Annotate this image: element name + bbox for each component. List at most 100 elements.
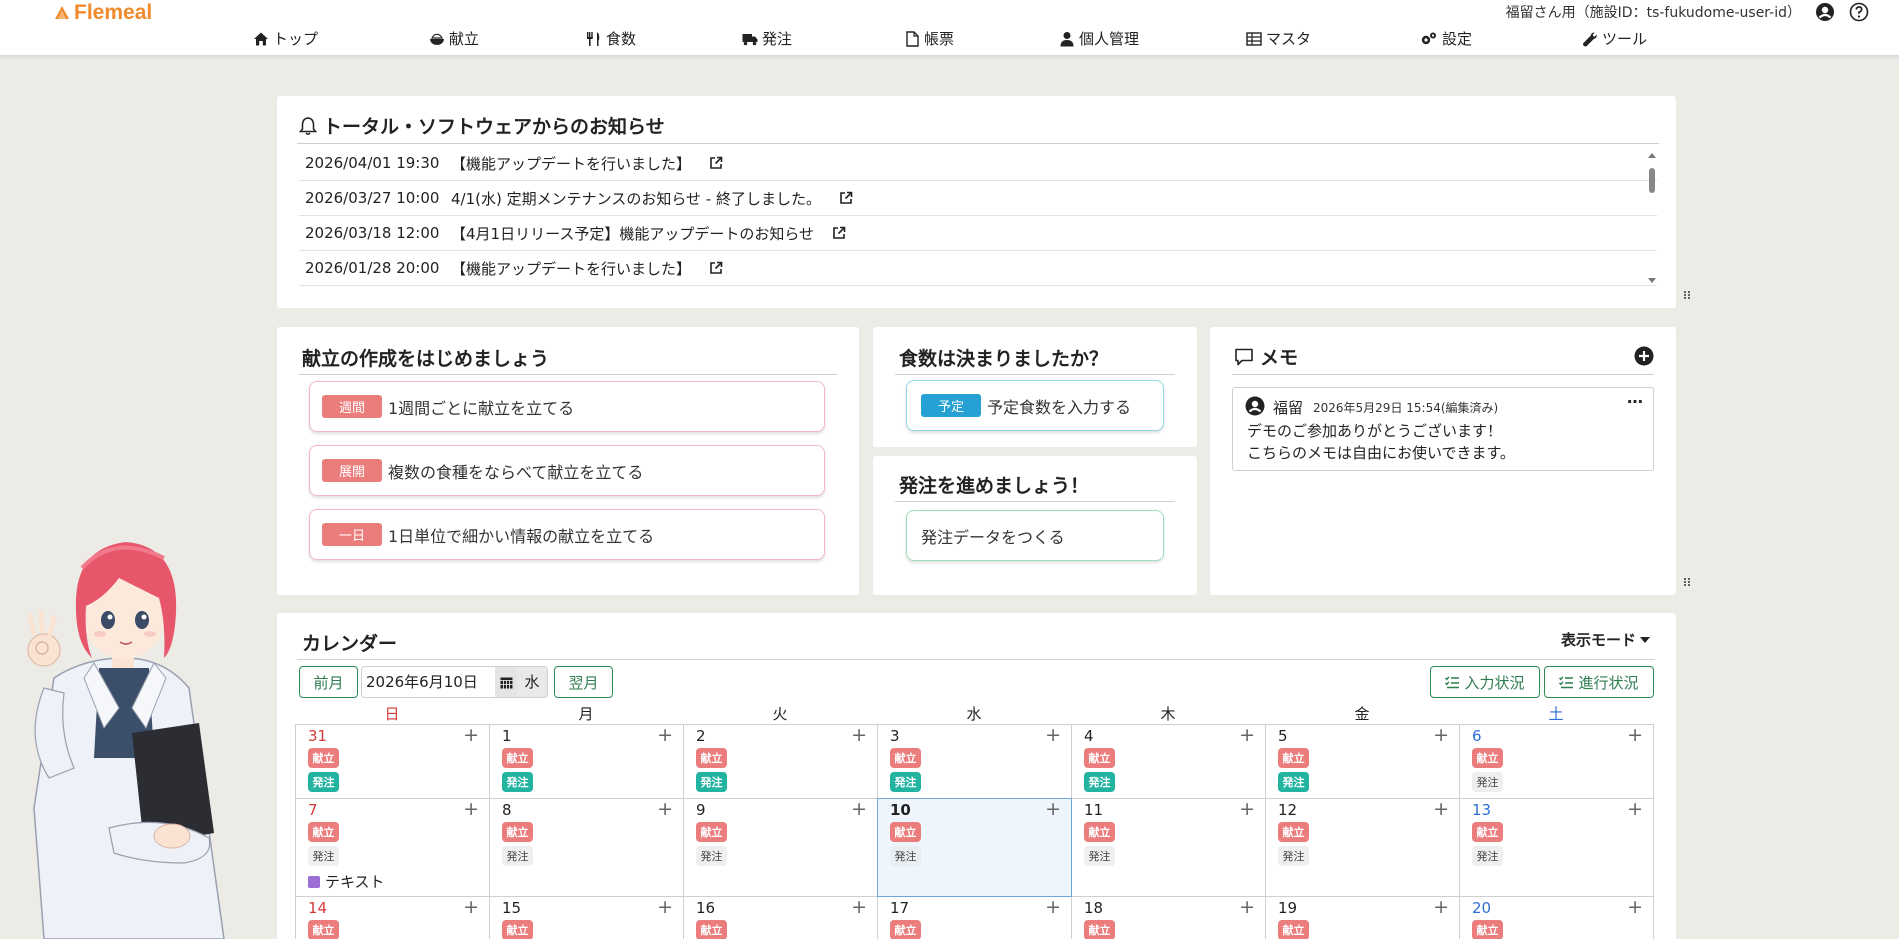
- user-circle-icon: [1245, 396, 1265, 416]
- badge-kondate: 献立: [890, 822, 921, 842]
- calendar-icon: [500, 677, 512, 688]
- calendar-day-cell[interactable]: 7 + 献立 発注 テキスト: [295, 798, 490, 897]
- add-icon[interactable]: +: [1239, 896, 1255, 918]
- add-icon[interactable]: +: [1239, 798, 1255, 820]
- calendar-title: カレンダー: [302, 633, 398, 655]
- nav-master[interactable]: マスタ: [1246, 28, 1311, 49]
- calendar-day-cell[interactable]: 9 + 献立 発注: [683, 798, 878, 897]
- add-icon[interactable]: +: [1045, 724, 1061, 746]
- add-icon[interactable]: +: [463, 896, 479, 918]
- add-icon[interactable]: +: [463, 724, 479, 746]
- add-icon[interactable]: +: [463, 798, 479, 820]
- calendar-picker-button[interactable]: [495, 667, 517, 697]
- list-check-icon: [1559, 675, 1574, 688]
- prev-month-button[interactable]: 前月: [299, 666, 358, 698]
- progress-status-button[interactable]: 進行状況: [1544, 666, 1654, 698]
- add-icon[interactable]: +: [1433, 724, 1449, 746]
- logo[interactable]: Flemeal: [54, 1, 152, 25]
- add-icon[interactable]: +: [1045, 798, 1061, 820]
- add-icon[interactable]: +: [1433, 896, 1449, 918]
- add-memo-icon[interactable]: [1634, 346, 1654, 366]
- calendar-day-cell[interactable]: 4 + 献立 発注: [1071, 724, 1266, 799]
- input-status-button[interactable]: 入力状況: [1430, 666, 1540, 698]
- add-icon[interactable]: +: [851, 798, 867, 820]
- notice-card: トータル・ソフトウェアからのお知らせ 2026/04/01 19:30 【機能ア…: [277, 96, 1676, 308]
- add-icon[interactable]: +: [851, 896, 867, 918]
- planned-meal-count-button[interactable]: 予定 予定食数を入力する: [906, 380, 1164, 431]
- date-picker[interactable]: 2026年6月10日 水: [361, 666, 548, 698]
- notice-item[interactable]: 2026/03/18 12:00 【4月1日リリース予定】機能アップデートのお知…: [299, 216, 1657, 251]
- tag-daily: 一日: [322, 523, 382, 546]
- badge-kondate: 献立: [1472, 822, 1503, 842]
- calendar-day-cell[interactable]: 13 + 献立 発注: [1459, 798, 1654, 897]
- add-icon[interactable]: +: [1045, 896, 1061, 918]
- memo-menu-icon[interactable]: …: [1627, 388, 1643, 407]
- calendar-day-cell[interactable]: 17 + 献立: [877, 896, 1072, 939]
- badge-hatchu: 発注: [696, 772, 727, 792]
- calendar-day-cell[interactable]: 14 + 献立: [295, 896, 490, 939]
- calendar-day-cell[interactable]: 6 + 献立 発注: [1459, 724, 1654, 799]
- badge-hatchu: 発注: [1472, 846, 1503, 866]
- add-icon[interactable]: +: [1627, 724, 1643, 746]
- external-link-icon[interactable]: [839, 191, 853, 205]
- memo-entry[interactable]: 福留 2026年5月29日 15:54(編集済み) … デモのご参加ありがとうご…: [1232, 387, 1654, 471]
- external-link-icon[interactable]: [832, 226, 846, 240]
- calendar-day-cell[interactable]: 8 + 献立 発注: [489, 798, 684, 897]
- memo-card: メモ 福留 2026年5月29日 15:54(編集済み) … デモのご参加ありが…: [1210, 327, 1676, 595]
- expand-kondate-button[interactable]: 展開 複数の食種をならべて献立を立てる: [309, 445, 825, 496]
- calendar-day-cell[interactable]: 5 + 献立 発注: [1265, 724, 1460, 799]
- add-icon[interactable]: +: [851, 724, 867, 746]
- weekday-monday: 月: [578, 705, 594, 723]
- notice-scrollbar[interactable]: [1646, 151, 1658, 286]
- add-icon[interactable]: +: [1627, 896, 1643, 918]
- gears-icon: [1421, 32, 1436, 44]
- notice-item[interactable]: 2026/01/28 20:00 【機能アップデートを行いました】: [299, 251, 1657, 286]
- daily-kondate-button[interactable]: 一日 1日単位で細かい情報の献立を立てる: [309, 509, 825, 560]
- calendar-day-cell[interactable]: 15 + 献立: [489, 896, 684, 939]
- calendar-day-cell[interactable]: 12 + 献立 発注: [1265, 798, 1460, 897]
- mascot-illustration: [27, 542, 225, 939]
- help-icon[interactable]: [1849, 2, 1869, 22]
- calendar-day-cell[interactable]: 3 + 献立 発注: [877, 724, 1072, 799]
- add-icon[interactable]: +: [657, 896, 673, 918]
- add-icon[interactable]: +: [657, 798, 673, 820]
- weekly-kondate-button[interactable]: 週間 1週間ごとに献立を立てる: [309, 381, 825, 432]
- nav-chohyo[interactable]: 帳票: [904, 28, 954, 49]
- create-order-data-button[interactable]: 発注データをつくる: [906, 510, 1164, 561]
- nav-top[interactable]: トップ: [253, 28, 318, 49]
- nav-shokusu[interactable]: 食数: [586, 28, 636, 49]
- calendar-day-cell[interactable]: 18 + 献立: [1071, 896, 1266, 939]
- nav-kojin-kanri[interactable]: 個人管理: [1059, 28, 1139, 49]
- nav-label: トップ: [273, 30, 319, 48]
- calendar-day-cell-today[interactable]: 10 + 献立 発注: [877, 798, 1072, 897]
- nav-tool[interactable]: ツール: [1582, 28, 1647, 49]
- calendar-day-cell[interactable]: 16 + 献立: [683, 896, 878, 939]
- resize-grip-icon[interactable]: [1683, 577, 1691, 587]
- calendar-day-cell[interactable]: 2 + 献立 発注: [683, 724, 878, 799]
- view-mode-dropdown[interactable]: 表示モード: [1561, 629, 1650, 650]
- nav-settei[interactable]: 設定: [1420, 28, 1472, 49]
- date-input[interactable]: 2026年6月10日: [362, 667, 495, 697]
- notice-item[interactable]: 2026/03/27 10:00 4/1(水) 定期メンテナンスのお知らせ - …: [299, 181, 1657, 216]
- resize-grip-icon[interactable]: [1683, 290, 1691, 300]
- nav-hatchu[interactable]: 発注: [742, 28, 792, 49]
- badge-kondate: 献立: [1278, 822, 1309, 842]
- calendar-day-cell[interactable]: 19 + 献立: [1265, 896, 1460, 939]
- calendar-day-cell[interactable]: 1 + 献立 発注: [489, 724, 684, 799]
- calendar-day-cell[interactable]: 11 + 献立 発注: [1071, 798, 1266, 897]
- add-icon[interactable]: +: [1239, 724, 1255, 746]
- nav-kondate[interactable]: 献立: [429, 28, 479, 49]
- add-icon[interactable]: +: [1627, 798, 1643, 820]
- external-link-icon[interactable]: [709, 261, 723, 275]
- user-circle-icon[interactable]: [1815, 2, 1835, 22]
- meal-count-title: 食数は決まりましたか？: [899, 348, 1109, 370]
- next-month-button[interactable]: 翌月: [554, 666, 613, 698]
- nav-label: 帳票: [924, 30, 955, 48]
- calendar-day-cell[interactable]: 20 + 献立: [1459, 896, 1654, 939]
- calendar-day-cell[interactable]: 31 + 献立 発注: [295, 724, 490, 799]
- calendar-event[interactable]: テキスト: [308, 871, 385, 892]
- add-icon[interactable]: +: [657, 724, 673, 746]
- add-icon[interactable]: +: [1433, 798, 1449, 820]
- external-link-icon[interactable]: [709, 156, 723, 170]
- notice-item[interactable]: 2026/04/01 19:30 【機能アップデートを行いました】: [299, 146, 1657, 181]
